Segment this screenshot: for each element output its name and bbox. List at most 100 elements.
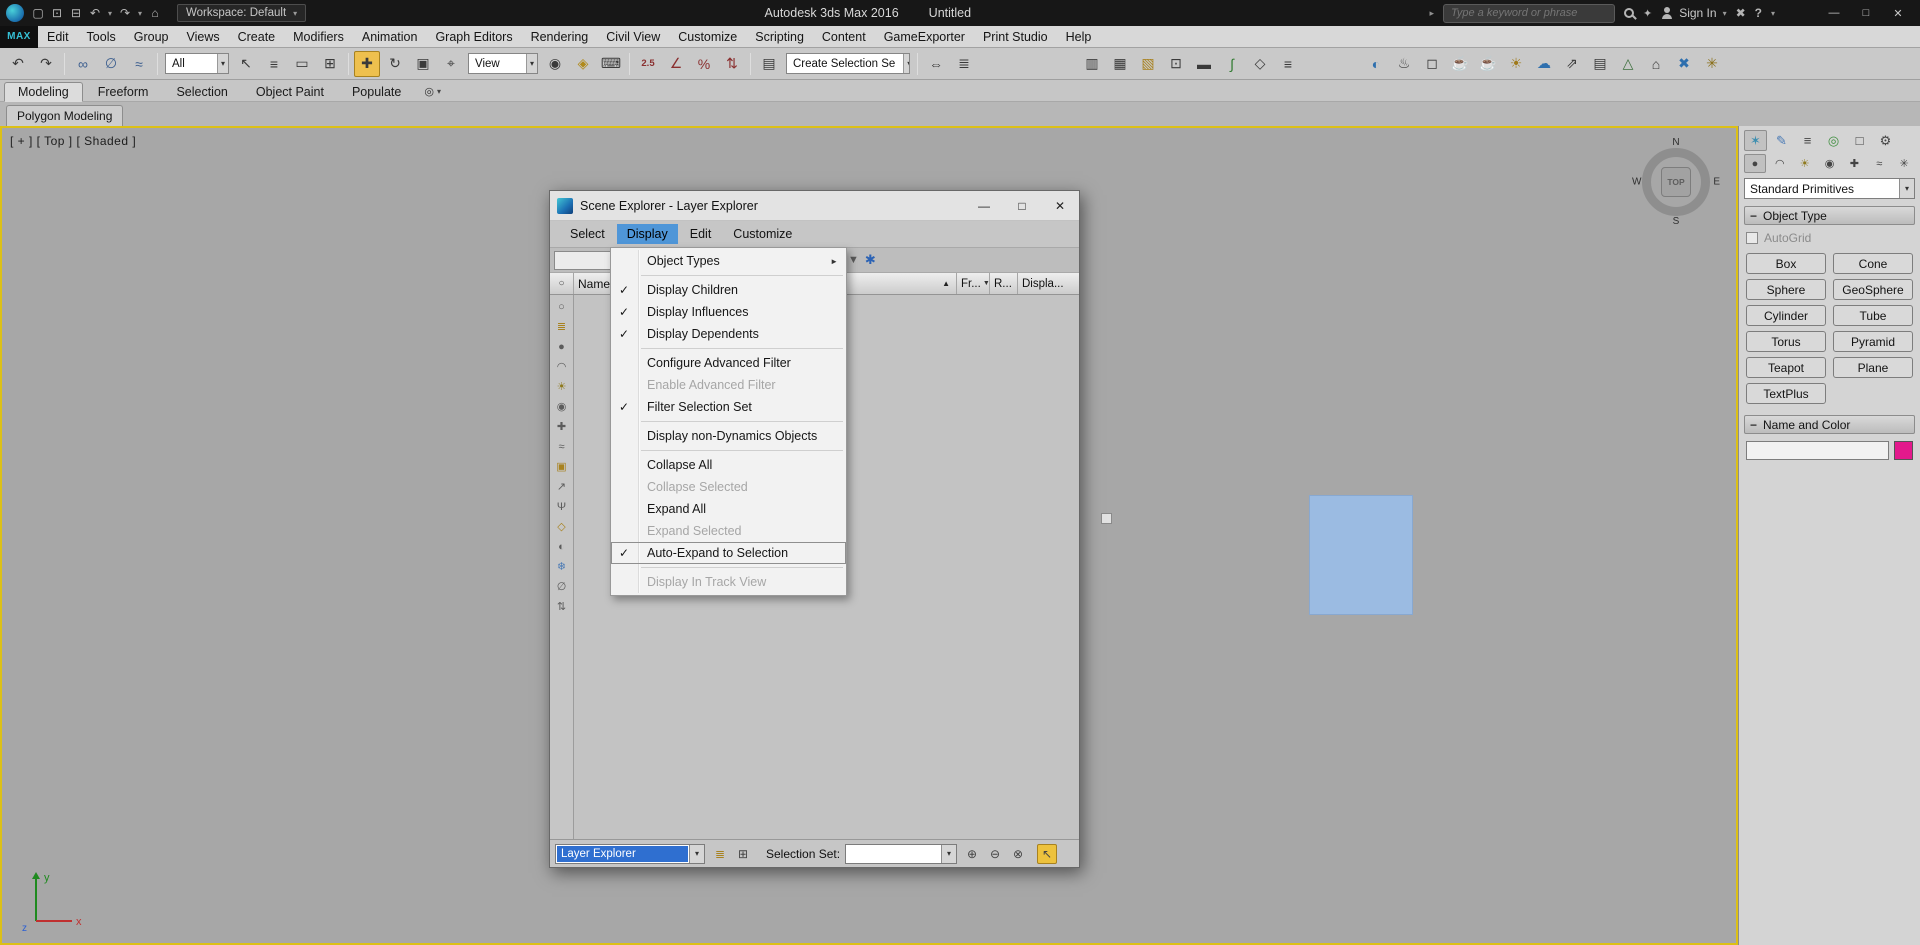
cameras-category[interactable]: ◉ xyxy=(1819,154,1841,173)
select-and-rotate-icon[interactable]: ↻ xyxy=(382,51,408,77)
autogrid-checkbox[interactable] xyxy=(1746,232,1758,244)
percent-snap-icon[interactable]: % xyxy=(691,51,717,77)
chevron-down-icon[interactable]: ▾ xyxy=(689,845,704,863)
select-by-name-icon[interactable]: ≡ xyxy=(261,51,287,77)
dialog-close-button[interactable]: ✕ xyxy=(1041,191,1079,220)
new-scene-icon[interactable]: ▢ xyxy=(30,4,46,22)
space-warps-category[interactable]: ≈ xyxy=(1868,154,1890,173)
chevron-down-icon[interactable]: ▾ xyxy=(1899,179,1914,198)
activeshade-icon[interactable]: ☀ xyxy=(1503,51,1529,77)
display-frozen-icon[interactable]: ❄ xyxy=(553,558,571,575)
asset-library-icon[interactable]: ⌂ xyxy=(1643,51,1669,77)
sort-order-icon[interactable]: ⇅ xyxy=(553,598,571,615)
menubar-item[interactable]: Customize xyxy=(669,27,746,47)
display-helpers-icon[interactable]: ✚ xyxy=(553,418,571,435)
select-set-members-icon[interactable]: ↖ xyxy=(1037,844,1057,864)
share-view-icon[interactable]: ⇗ xyxy=(1559,51,1585,77)
render-in-cloud-icon[interactable]: ☁ xyxy=(1531,51,1557,77)
object-marker[interactable] xyxy=(1101,513,1112,524)
dialog-menu-item[interactable]: Select xyxy=(560,224,615,244)
display-menu-item[interactable]: Display In Track View xyxy=(611,571,846,593)
select-and-scale-icon[interactable]: ▣ xyxy=(410,51,436,77)
display-menu-item[interactable]: Display Dependents xyxy=(611,323,846,345)
geometry-category[interactable]: ● xyxy=(1744,154,1766,173)
menubar-item[interactable]: Scripting xyxy=(746,27,813,47)
use-pivot-center-icon[interactable]: ◉ xyxy=(542,51,568,77)
lighting-analysis-icon[interactable]: ✳ xyxy=(1699,51,1725,77)
ribbon-tab[interactable]: Freeform xyxy=(85,83,162,101)
object-name-input[interactable] xyxy=(1746,441,1889,460)
column-header-visibility[interactable]: ○ xyxy=(550,273,574,294)
keyword-search-input[interactable] xyxy=(1451,7,1607,19)
explorer-mode-dropdown[interactable]: Layer Explorer ▾ xyxy=(555,844,705,864)
display-space-warps-icon[interactable]: ≈ xyxy=(553,438,571,455)
display-menu-item[interactable]: Enable Advanced Filter xyxy=(611,374,846,396)
display-containers-icon[interactable]: ◇ xyxy=(553,518,571,535)
workspace-dropdown[interactable]: Workspace: Default ▾ xyxy=(177,4,306,22)
display-all-icon[interactable]: ○ xyxy=(553,298,571,315)
named-selection-sets-combo[interactable]: Create Selection Se ▾ xyxy=(786,53,910,74)
display-materials-icon[interactable]: ◐ xyxy=(553,538,571,555)
tab-polygon-modeling[interactable]: Polygon Modeling xyxy=(6,105,123,126)
rectangular-selection-icon[interactable]: ▭ xyxy=(289,51,315,77)
box-object[interactable] xyxy=(1309,495,1413,615)
selection-set-dropdown[interactable]: ▾ xyxy=(845,844,957,864)
create-selection-set-icon[interactable]: ⊕ xyxy=(962,844,982,864)
display-menu-item[interactable]: Configure Advanced Filter xyxy=(611,352,846,374)
viewport-label[interactable]: [ + ] [ Top ] [ Shaded ] xyxy=(10,134,136,148)
remove-selected-from-set-icon[interactable]: ⊗ xyxy=(1008,844,1028,864)
display-hidden-icon[interactable]: ∅ xyxy=(553,578,571,595)
selection-filter-dropdown[interactable]: All ▾ xyxy=(165,53,229,74)
ribbon-tab[interactable]: Populate xyxy=(339,83,414,101)
hierarchy-tab[interactable]: ≡ xyxy=(1796,130,1819,151)
name-color-rollout[interactable]: − Name and Color xyxy=(1744,415,1915,434)
select-and-link-icon[interactable]: ∞ xyxy=(70,51,96,77)
unlink-selection-icon[interactable]: ∅ xyxy=(98,51,124,77)
rendered-frame-window-icon[interactable]: ◻ xyxy=(1419,51,1445,77)
primitive-button[interactable]: Pyramid xyxy=(1833,331,1913,352)
viewcube[interactable]: TOP N S W E xyxy=(1634,140,1718,224)
primitive-button[interactable]: TextPlus xyxy=(1746,383,1826,404)
maximize-button[interactable]: □ xyxy=(1850,2,1882,24)
shapes-category[interactable]: ◠ xyxy=(1769,154,1791,173)
open-file-icon[interactable]: ⊡ xyxy=(49,4,65,22)
dialog-maximize-button[interactable]: □ xyxy=(1003,191,1041,220)
undo-dropdown-icon[interactable]: ▾ xyxy=(106,4,114,22)
schematic-view-icon[interactable]: ◇ xyxy=(1247,51,1273,77)
material-editor-icon[interactable]: ◐ xyxy=(1363,51,1389,77)
primitive-button[interactable]: Sphere xyxy=(1746,279,1826,300)
render-production-icon[interactable]: ☕ xyxy=(1447,51,1473,77)
redo-dropdown-icon[interactable]: ▾ xyxy=(136,4,144,22)
display-menu-item[interactable]: Object Types xyxy=(611,250,846,272)
snaps-toggle-icon[interactable]: 2.5 xyxy=(635,51,661,77)
primitive-button[interactable]: Tube xyxy=(1833,305,1913,326)
dialog-minimize-button[interactable]: — xyxy=(965,191,1003,220)
dialog-menu-item[interactable]: Edit xyxy=(680,224,722,244)
display-bones-icon[interactable]: Ψ xyxy=(553,498,571,515)
chevron-down-icon[interactable]: ▾ xyxy=(217,54,228,73)
graphite-ribbon-icon[interactable]: ▬ xyxy=(1191,51,1217,77)
render-iterative-icon[interactable]: ☕ xyxy=(1475,51,1501,77)
menubar-item[interactable]: GameExporter xyxy=(875,27,974,47)
column-filter-icon[interactable]: ▼ xyxy=(983,280,990,287)
primitive-button[interactable]: Cone xyxy=(1833,253,1913,274)
display-cameras-icon[interactable]: ◉ xyxy=(553,398,571,415)
display-xrefs-icon[interactable]: ↗ xyxy=(553,478,571,495)
layer-hierarchy-icon[interactable]: ⊞ xyxy=(733,844,753,864)
menubar-item[interactable]: Group xyxy=(125,27,178,47)
menubar-item[interactable]: Help xyxy=(1057,27,1101,47)
display-menu-item[interactable]: Display non-Dynamics Objects xyxy=(611,425,846,447)
new-layer-icon[interactable]: ≣ xyxy=(710,844,730,864)
helpers-category[interactable]: ✚ xyxy=(1843,154,1865,173)
primitive-button[interactable]: Teapot xyxy=(1746,357,1826,378)
3dsmax-logo-icon[interactable] xyxy=(6,4,24,22)
object-color-swatch[interactable] xyxy=(1894,441,1913,460)
menubar-item[interactable]: Animation xyxy=(353,27,427,47)
exchange-apps-icon[interactable]: ✖ xyxy=(1736,6,1746,20)
manage-layers-icon[interactable]: ▧ xyxy=(1135,51,1161,77)
display-menu-item[interactable]: Display Children xyxy=(611,279,846,301)
add-selected-to-set-icon[interactable]: ⊖ xyxy=(985,844,1005,864)
open-container-icon[interactable]: ⊡ xyxy=(1163,51,1189,77)
display-geometry-icon[interactable]: ● xyxy=(553,338,571,355)
toggle-scene-explorer-icon[interactable]: ▥ xyxy=(1079,51,1105,77)
